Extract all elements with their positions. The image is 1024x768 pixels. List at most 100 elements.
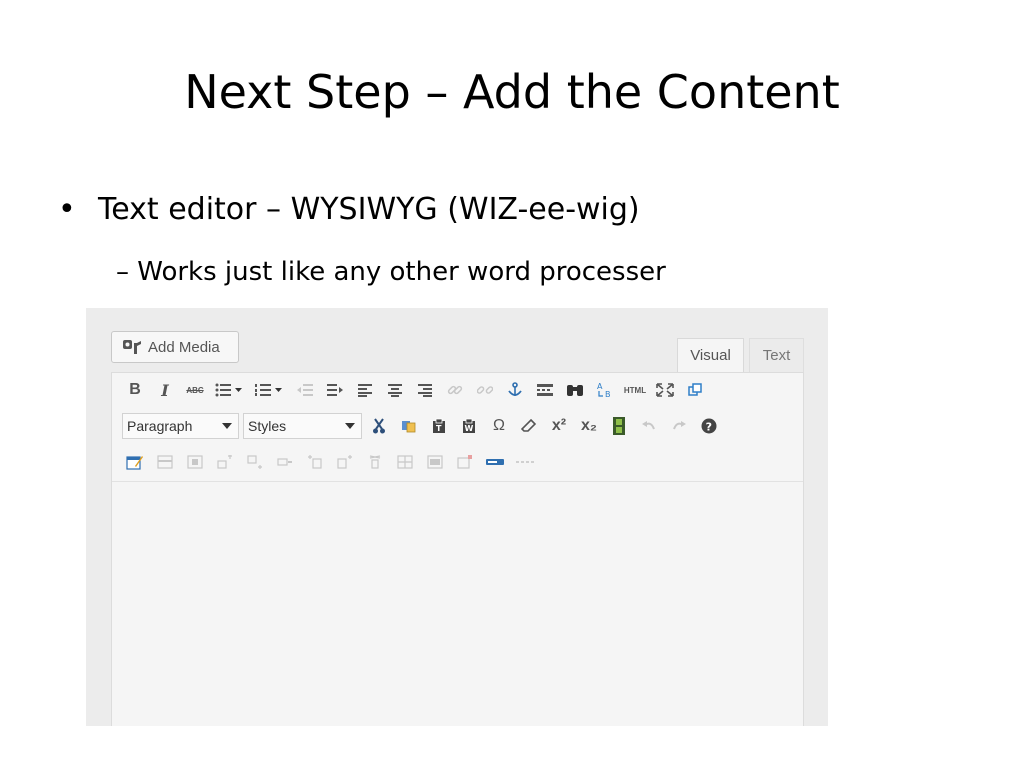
numbered-list-icon <box>255 384 282 396</box>
delete-row-icon <box>277 458 292 466</box>
toolbar-row-2: Paragraph Styles T W Ω x² x₂ ? <box>122 413 726 439</box>
paragraph-format-select[interactable]: Paragraph <box>122 413 239 439</box>
undo-button[interactable] <box>636 413 662 439</box>
bullet-text: Text editor – WYSIWYG (WIZ-ee-wig) <box>98 192 640 227</box>
help-glyph: ? <box>706 420 712 433</box>
table-properties-button[interactable] <box>152 449 178 475</box>
cut-button[interactable] <box>366 413 392 439</box>
italic-button[interactable]: I <box>152 377 178 403</box>
chevron-down-icon <box>222 423 232 429</box>
subscript-button[interactable]: x₂ <box>576 413 602 439</box>
align-left-icon <box>358 384 372 397</box>
case-convert-button[interactable]: AB <box>592 377 618 403</box>
indent-button[interactable] <box>322 377 348 403</box>
redo-button[interactable] <box>666 413 692 439</box>
split-cells-icon <box>397 455 413 469</box>
align-right-icon <box>418 384 432 397</box>
html-source-button[interactable]: HTML <box>622 377 648 403</box>
more-button[interactable] <box>512 449 538 475</box>
more-icon <box>516 461 534 463</box>
clipboard-word-icon: W <box>463 418 475 433</box>
toolbar-row-1: B I ABC A B HTML <box>122 377 712 403</box>
fullscreen-button[interactable] <box>652 377 678 403</box>
align-center-button[interactable] <box>382 377 408 403</box>
unlink-icon <box>477 386 493 394</box>
superscript-icon: x² <box>551 417 567 434</box>
strikethrough-button[interactable]: ABC <box>182 377 208 403</box>
horizontal-rule-button[interactable] <box>482 449 508 475</box>
paste-from-word-button[interactable]: W <box>456 413 482 439</box>
editor-frame: B I ABC A B HTML Paragraph Styles T W Ω … <box>111 372 804 726</box>
delete-table-icon <box>457 455 472 469</box>
slide-title: Next Step – Add the Content <box>184 65 840 119</box>
add-media-button[interactable]: Add Media <box>111 331 239 363</box>
column-before-icon <box>308 455 322 469</box>
case-convert-icon: AB <box>597 382 611 399</box>
align-right-button[interactable] <box>412 377 438 403</box>
clear-formatting-button[interactable] <box>516 413 542 439</box>
insert-row-after-button[interactable] <box>242 449 268 475</box>
numbered-list-button[interactable] <box>252 377 288 403</box>
superscript-button[interactable]: x² <box>546 413 572 439</box>
row-before-icon <box>217 455 232 469</box>
eraser-icon <box>521 418 537 432</box>
insert-link-button[interactable] <box>442 377 468 403</box>
binoculars-icon <box>567 385 583 396</box>
add-media-label: Add Media <box>148 338 220 356</box>
chevron-down-icon <box>345 423 355 429</box>
clipboard-text-icon: T <box>433 418 445 433</box>
paste-as-text-button[interactable]: T <box>426 413 452 439</box>
fullscreen-icon <box>656 383 674 397</box>
anchor-button[interactable] <box>502 377 528 403</box>
anchor-icon <box>508 382 522 396</box>
popout-button[interactable] <box>682 377 708 403</box>
styles-select[interactable]: Styles <box>243 413 362 439</box>
editor-content-area[interactable] <box>112 482 803 726</box>
bullet-text-editor: • Text editor – WYSIWYG (WIZ-ee-wig) <box>58 190 640 230</box>
help-button[interactable]: ? <box>696 413 722 439</box>
bullet-list-icon <box>215 383 242 397</box>
cell-properties-button[interactable] <box>182 449 208 475</box>
insert-column-before-button[interactable] <box>302 449 328 475</box>
align-center-icon <box>388 384 402 397</box>
read-more-icon <box>537 384 553 396</box>
bold-icon: B <box>129 381 141 398</box>
tab-text[interactable]: Text <box>749 338 804 372</box>
delete-row-button[interactable] <box>272 449 298 475</box>
delete-column-button[interactable] <box>362 449 388 475</box>
merge-cells-button[interactable] <box>422 449 448 475</box>
read-more-button[interactable] <box>532 377 558 403</box>
paragraph-format-value: Paragraph <box>127 418 193 434</box>
insert-table-button[interactable] <box>122 449 148 475</box>
insert-media-button[interactable] <box>606 413 632 439</box>
table-edit-icon <box>126 456 143 470</box>
toolbar-row-3 <box>122 449 542 475</box>
insert-column-after-button[interactable] <box>332 449 358 475</box>
bold-button[interactable]: B <box>122 377 148 403</box>
redo-icon <box>673 421 686 430</box>
svg-text:T: T <box>436 424 442 433</box>
film-icon <box>613 417 625 435</box>
insert-row-before-button[interactable] <box>212 449 238 475</box>
unlink-button[interactable] <box>472 377 498 403</box>
special-character-button[interactable]: Ω <box>486 413 512 439</box>
align-left-button[interactable] <box>352 377 378 403</box>
bullet-marker: • <box>58 192 76 227</box>
html-icon: HTML <box>623 385 647 395</box>
copy-button[interactable] <box>396 413 422 439</box>
editor-screenshot: Add Media Visual Text B I ABC A B HTML P… <box>86 308 828 726</box>
italic-icon: I <box>161 380 169 400</box>
styles-value: Styles <box>248 418 287 434</box>
editor-toolbar: B I ABC A B HTML Paragraph Styles T W Ω … <box>112 373 803 482</box>
delete-table-button[interactable] <box>452 449 478 475</box>
outdent-button[interactable] <box>292 377 318 403</box>
link-icon <box>447 385 463 395</box>
split-cells-button[interactable] <box>392 449 418 475</box>
subscript-icon: x₂ <box>580 417 597 434</box>
tab-visual[interactable]: Visual <box>677 338 744 372</box>
svg-text:B: B <box>605 390 611 399</box>
omega-icon: Ω <box>493 417 505 434</box>
copy-icon <box>402 421 416 433</box>
find-replace-button[interactable] <box>562 377 588 403</box>
bullet-list-button[interactable] <box>212 377 248 403</box>
